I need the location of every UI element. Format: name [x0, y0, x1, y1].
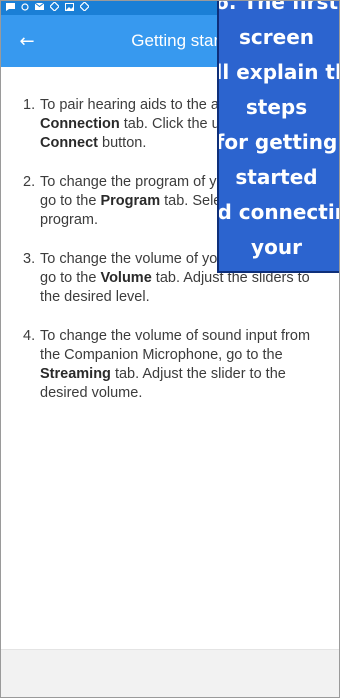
bottom-bar [1, 649, 339, 697]
mail-icon [34, 2, 45, 13]
tab-name: Streaming [40, 366, 111, 382]
image-icon [65, 2, 74, 14]
step-number: 2. [23, 174, 36, 190]
message-icon [6, 2, 15, 14]
callout-text: 6. The first screen will explain the ste… [217, 1, 339, 271]
step-text-part: To change the volume of sound input from… [40, 328, 311, 363]
phone-screen: ← Getting started 1. To pair hearing aids… [0, 0, 340, 698]
tab-name: Program [100, 193, 161, 209]
step-number: 1. [23, 97, 36, 113]
diamond-icon [49, 1, 60, 14]
diamond-icon [79, 1, 90, 14]
step-text-part: button. [98, 135, 147, 151]
step-number: 4. [23, 328, 36, 344]
step-number: 3. [23, 251, 36, 267]
circle-icon [21, 2, 29, 14]
tab-name: Connect [40, 135, 98, 151]
tab-name: Volume [100, 270, 152, 286]
step-text: To change the volume of sound input from… [40, 327, 325, 403]
instruction-step: 4. To change the volume of sound input fr… [23, 327, 325, 403]
tab-name: Connection [40, 116, 120, 132]
tutorial-callout: 6. The first screen will explain the ste… [217, 1, 339, 273]
